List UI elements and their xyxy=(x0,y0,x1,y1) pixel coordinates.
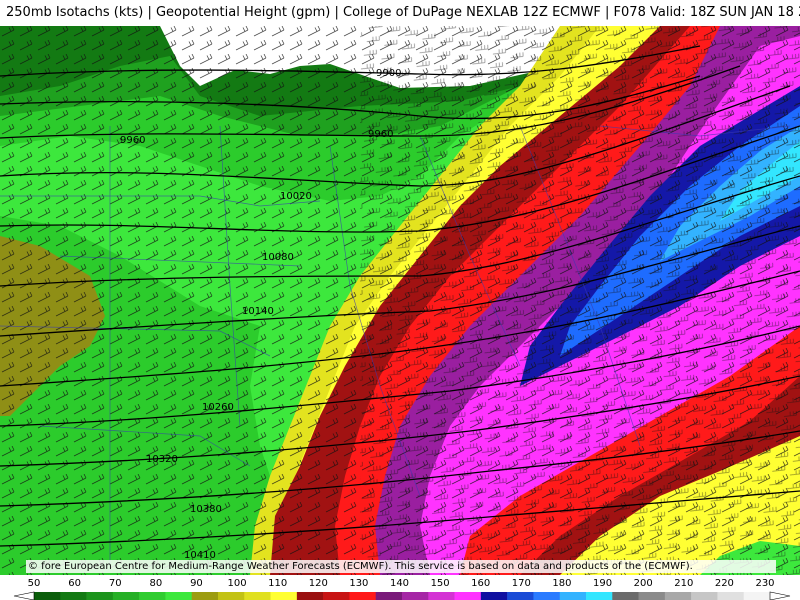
colorbar-tick-label: 220 xyxy=(715,578,734,589)
colorbar-swatch xyxy=(112,592,140,600)
colorbar-swatch xyxy=(402,592,429,600)
colorbar-swatch xyxy=(244,592,271,600)
colorbar-swatch xyxy=(717,592,745,600)
colorbar-swatch xyxy=(638,592,666,600)
colorbar-tick-label: 160 xyxy=(471,578,490,589)
colorbar-tick-label: 50 xyxy=(28,578,41,589)
colorbar-tick-label: 140 xyxy=(390,578,409,589)
colorbar-swatch xyxy=(507,592,534,600)
colorbar-tick-label: 180 xyxy=(552,578,571,589)
colorbar-tick-label: 170 xyxy=(512,578,531,589)
colorbar-swatch xyxy=(60,592,87,600)
colorbar-tick-label: 130 xyxy=(349,578,368,589)
contour-label: 10080 xyxy=(262,252,294,263)
wind-barbs-layer-2 xyxy=(360,26,800,575)
colorbar-swatch xyxy=(480,592,508,600)
contour-label: 9960 xyxy=(368,129,393,140)
colorbar-swatch xyxy=(664,592,692,600)
colorbar-swatch xyxy=(375,592,403,600)
colorbar-swatch xyxy=(296,592,324,600)
colorbar-tick-label: 230 xyxy=(755,578,774,589)
colorbar-swatch xyxy=(586,592,613,600)
colorbar-right-arrow xyxy=(769,591,791,600)
header-bar: 250mb Isotachs (kts) | Geopotential Heig… xyxy=(0,0,800,26)
colorbar-swatch xyxy=(559,592,587,600)
colorbar-swatches xyxy=(34,592,771,600)
colorbar-tick-label: 120 xyxy=(309,578,328,589)
contour-label: 9960 xyxy=(120,135,145,146)
colorbar-tick-label: 80 xyxy=(149,578,162,589)
weather-map-window: 250mb Isotachs (kts) | Geopotential Heig… xyxy=(0,0,800,600)
colorbar-swatch xyxy=(191,592,219,600)
colorbar-swatch xyxy=(323,592,350,600)
isotach-map[interactable]: 9900 9960 9960 10020 10080 10140 10260 1… xyxy=(0,26,800,575)
colorbar-swatch xyxy=(218,592,245,600)
colorbar-swatch xyxy=(349,592,377,600)
colorbar-tick-labels: 50 60 70 80 90 100 110 120 130 140 150 160 170 180 190… xyxy=(28,578,775,589)
colorbar-tick-label: 90 xyxy=(190,578,203,589)
colorbar-tick-label: 110 xyxy=(268,578,287,589)
colorbar-swatch xyxy=(86,592,114,600)
contour-label: 10380 xyxy=(190,504,222,515)
contour-label: 10320 xyxy=(146,454,178,465)
contour-label: 9900 xyxy=(376,68,401,79)
ecmwf-credit: © fore European Centre for Medium-Range … xyxy=(26,560,776,573)
colorbar-tick-label: 60 xyxy=(68,578,81,589)
colorbar-tick-label: 190 xyxy=(593,578,612,589)
colorbar-swatch xyxy=(743,592,771,600)
colorbar-swatch xyxy=(691,592,718,600)
contour-label: 10020 xyxy=(280,191,312,202)
colorbar-swatch xyxy=(428,592,455,600)
colorbar-swatch xyxy=(270,592,298,600)
colorbar-swatch xyxy=(34,592,61,600)
colorbar-footer: 50 60 70 80 90 100 110 120 130 140 150 160 170 180 190… xyxy=(0,575,800,600)
colorbar-tick-label: 100 xyxy=(228,578,247,589)
colorbar-swatch xyxy=(612,592,639,600)
contour-label: 10140 xyxy=(242,306,274,317)
colorbar-tick-label: 200 xyxy=(634,578,653,589)
colorbar-left-arrow xyxy=(13,591,35,600)
colorbar-tick-label: 210 xyxy=(674,578,693,589)
map-title: 250mb Isotachs (kts) | Geopotential Heig… xyxy=(6,5,800,20)
colorbar-swatch xyxy=(165,592,193,600)
isotach-colorbar: 50 60 70 80 90 100 110 120 130 140 150 160 170 180 190… xyxy=(13,578,791,600)
colorbar-swatch xyxy=(454,592,482,600)
colorbar-tick-label: 150 xyxy=(431,578,450,589)
colorbar-swatch xyxy=(139,592,166,600)
contour-label: 10260 xyxy=(202,402,234,413)
colorbar-swatch xyxy=(533,592,561,600)
colorbar-tick-label: 70 xyxy=(109,578,122,589)
